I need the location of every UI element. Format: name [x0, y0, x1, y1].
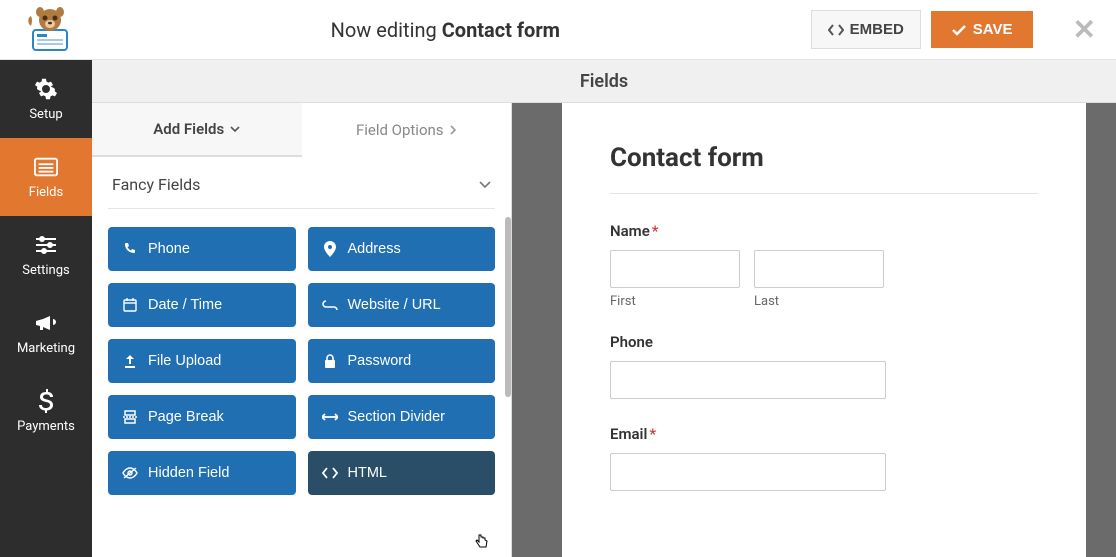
- content: Fields Add Fields Field Options Fancy: [92, 60, 1116, 557]
- panel-tabs: Add Fields Field Options: [92, 103, 511, 157]
- group-title: Fancy Fields: [112, 175, 200, 194]
- cursor-icon: [474, 534, 490, 552]
- sidebar-item-label: Fields: [29, 185, 63, 200]
- field-sectiondivider[interactable]: Section Divider: [308, 395, 496, 439]
- sidebar-item-marketing[interactable]: Marketing: [0, 294, 92, 372]
- sidebar-item-label: Marketing: [17, 341, 75, 356]
- eye-slash-icon: [122, 465, 138, 481]
- last-name-input[interactable]: [754, 250, 884, 288]
- field-hidden[interactable]: Hidden Field: [108, 451, 296, 495]
- link-icon: [322, 297, 338, 313]
- required-marker: *: [652, 222, 659, 240]
- code-icon: [828, 23, 844, 37]
- field-password[interactable]: Password: [308, 339, 496, 383]
- tab-label: Field Options: [356, 121, 444, 139]
- email-input[interactable]: [610, 453, 886, 491]
- calendar-icon: [122, 297, 138, 313]
- section-header: Fields: [92, 60, 1116, 103]
- embed-label: EMBED: [850, 21, 904, 38]
- gear-icon: [34, 77, 58, 101]
- field-label: Website / URL: [348, 297, 441, 313]
- sidebar-item-label: Settings: [22, 263, 69, 278]
- tab-add-fields[interactable]: Add Fields: [92, 103, 302, 157]
- upload-icon: [122, 353, 138, 369]
- field-label: Address: [348, 241, 401, 257]
- field-address[interactable]: Address: [308, 227, 496, 271]
- embed-button[interactable]: EMBED: [811, 10, 921, 49]
- field-phone[interactable]: Phone: [108, 227, 296, 271]
- name-sublabels: First Last: [610, 294, 1038, 309]
- field-label: Date / Time: [148, 297, 222, 313]
- tab-field-options[interactable]: Field Options: [302, 103, 512, 157]
- marker-icon: [322, 241, 338, 257]
- field-html[interactable]: HTML: [308, 451, 496, 495]
- check-icon: [951, 23, 967, 37]
- divider-icon: [322, 409, 338, 425]
- chevron-down-icon: [479, 181, 491, 189]
- first-name-input[interactable]: [610, 250, 740, 288]
- scrollbar-thumb[interactable]: [505, 217, 511, 397]
- main: Setup Fields Settings Marketing Payments: [0, 60, 1116, 557]
- save-label: SAVE: [973, 21, 1013, 38]
- field-label: File Upload: [148, 353, 221, 369]
- email-label: Email*: [610, 425, 1038, 443]
- name-label: Name*: [610, 222, 1038, 240]
- lock-icon: [322, 353, 338, 369]
- form-preview[interactable]: Contact form Name* First Last: [562, 103, 1086, 557]
- chevron-right-icon: [450, 125, 457, 135]
- field-datetime[interactable]: Date / Time: [108, 283, 296, 327]
- phone-label: Phone: [610, 333, 1038, 351]
- sidebar-item-payments[interactable]: Payments: [0, 372, 92, 450]
- form-title: Contact form: [610, 143, 1038, 173]
- app-logo: [20, 2, 80, 57]
- field-website[interactable]: Website / URL: [308, 283, 496, 327]
- panel-body: Fancy Fields Phone Address: [92, 157, 511, 557]
- field-grid: Phone Address Date / Time Website /: [108, 227, 495, 495]
- editing-title: Contact form: [442, 18, 560, 42]
- phone-input[interactable]: [610, 361, 886, 399]
- workspace: Add Fields Field Options Fancy Fields: [92, 103, 1116, 557]
- phone-icon: [122, 241, 138, 257]
- field-label: Phone: [148, 241, 190, 257]
- sidebar-item-label: Setup: [29, 107, 62, 122]
- sidebar-item-label: Payments: [17, 419, 75, 434]
- left-panel: Add Fields Field Options Fancy Fields: [92, 103, 512, 557]
- divider: [108, 208, 495, 209]
- sliders-icon: [34, 233, 58, 257]
- dollar-icon: [34, 389, 58, 413]
- field-label: Hidden Field: [148, 465, 229, 481]
- first-sublabel: First: [610, 294, 740, 309]
- last-sublabel: Last: [754, 294, 884, 309]
- topbar: Now editing Contact form EMBED SAVE ✕: [0, 0, 1116, 60]
- save-button[interactable]: SAVE: [931, 11, 1033, 48]
- sidebar: Setup Fields Settings Marketing Payments: [0, 60, 92, 557]
- code-icon: [322, 465, 338, 481]
- name-row: [610, 250, 1038, 288]
- field-label: Page Break: [148, 409, 224, 425]
- field-label: Section Divider: [348, 409, 446, 425]
- editing-prefix: Now editing: [331, 18, 442, 42]
- group-header[interactable]: Fancy Fields: [108, 157, 495, 208]
- pagebreak-icon: [122, 409, 138, 425]
- sidebar-item-fields[interactable]: Fields: [0, 138, 92, 216]
- bullhorn-icon: [34, 311, 58, 335]
- top-buttons: EMBED SAVE ✕: [811, 10, 1096, 49]
- divider: [610, 193, 1038, 194]
- preview-area: Contact form Name* First Last: [512, 103, 1116, 557]
- field-label: HTML: [348, 465, 387, 481]
- tab-label: Add Fields: [153, 120, 224, 138]
- field-label: Password: [348, 353, 412, 369]
- field-fileupload[interactable]: File Upload: [108, 339, 296, 383]
- required-marker: *: [649, 425, 656, 443]
- page-title: Now editing Contact form: [80, 18, 811, 42]
- sidebar-item-setup[interactable]: Setup: [0, 60, 92, 138]
- field-pagebreak[interactable]: Page Break: [108, 395, 296, 439]
- sidebar-item-settings[interactable]: Settings: [0, 216, 92, 294]
- close-icon[interactable]: ✕: [1073, 13, 1096, 46]
- chevron-down-icon: [230, 126, 240, 133]
- list-icon: [34, 155, 58, 179]
